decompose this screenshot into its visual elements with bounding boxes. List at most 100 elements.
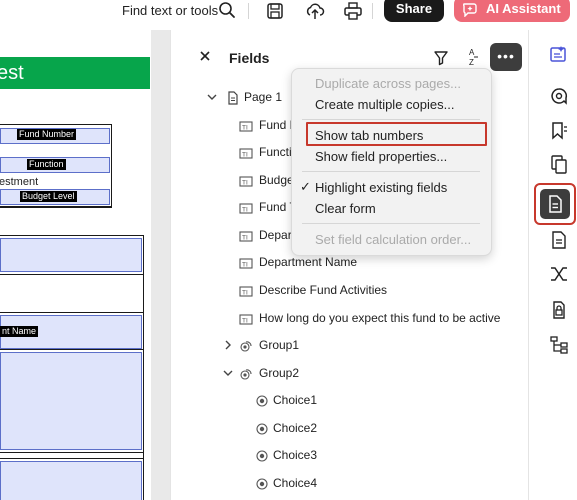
sort-icon[interactable]: A Z bbox=[465, 46, 483, 68]
radio-button-icon bbox=[256, 395, 268, 407]
find-text-label[interactable]: Find text or tools bbox=[122, 3, 218, 18]
comment-icon[interactable] bbox=[549, 86, 569, 106]
choice-label: Choice1 bbox=[273, 393, 318, 407]
fund-number-field-label: Fund Number bbox=[17, 129, 77, 140]
svg-text:TI: TI bbox=[242, 262, 248, 269]
divider-line bbox=[0, 206, 112, 207]
page-icon bbox=[228, 91, 238, 105]
top-toolbar: Find text or tools Share AI Assistant bbox=[0, 0, 577, 30]
svg-text:TI: TI bbox=[242, 125, 248, 132]
choice-row[interactable]: Choice4 bbox=[171, 471, 529, 497]
checkmark-icon: ✓ bbox=[300, 179, 311, 194]
organize-pages-icon[interactable] bbox=[549, 154, 569, 174]
svg-text:TI: TI bbox=[242, 290, 248, 297]
menu-item-clear-form[interactable]: Clear form bbox=[315, 201, 376, 216]
radio-button-icon bbox=[256, 478, 268, 490]
radio-button-icon bbox=[256, 450, 268, 462]
choice-label: Choice3 bbox=[273, 448, 318, 462]
radio-group-icon bbox=[240, 369, 252, 380]
chevron-down-icon[interactable] bbox=[223, 368, 233, 378]
protect-icon[interactable] bbox=[549, 300, 569, 320]
export-pdf-icon[interactable] bbox=[549, 230, 569, 250]
form-title-text: est bbox=[0, 62, 24, 84]
menu-divider bbox=[302, 223, 480, 224]
choice-label: Choice4 bbox=[273, 476, 318, 490]
group1-label: Group1 bbox=[259, 338, 300, 352]
highlight-annotation bbox=[306, 122, 487, 146]
active-tool-highlight bbox=[540, 189, 570, 219]
field-label: Describe Fund Activities bbox=[259, 283, 388, 297]
department-name-field-label: nt Name bbox=[0, 326, 39, 337]
search-icon[interactable] bbox=[218, 1, 236, 19]
toolbar-divider bbox=[248, 3, 249, 19]
menu-divider bbox=[302, 171, 480, 172]
radio-button-icon bbox=[256, 423, 268, 435]
document-view[interactable]: est Fund Number Function estment Budget … bbox=[0, 30, 170, 500]
group2-label: Group2 bbox=[259, 366, 300, 380]
chevron-down-icon[interactable] bbox=[207, 92, 217, 102]
text-field-icon: TI bbox=[239, 314, 253, 325]
menu-item-set-calculation-order: Set field calculation order... bbox=[315, 232, 472, 247]
radio-group-icon bbox=[240, 341, 252, 352]
ai-assistant-icon bbox=[463, 3, 477, 17]
chevron-right-icon[interactable] bbox=[223, 340, 233, 350]
filter-icon[interactable] bbox=[433, 50, 449, 66]
group2-node[interactable]: Group2 bbox=[171, 361, 529, 387]
field-row[interactable]: TI Describe Fund Activities bbox=[171, 278, 529, 304]
more-options-button[interactable]: ••• bbox=[490, 43, 522, 71]
text-field-icon: TI bbox=[239, 286, 253, 297]
prepare-form-icon bbox=[549, 195, 562, 213]
toolbar-divider bbox=[372, 3, 373, 19]
menu-divider bbox=[302, 119, 480, 120]
choice-row[interactable]: Choice3 bbox=[171, 443, 529, 469]
department-field[interactable] bbox=[0, 238, 142, 272]
more-tools-icon[interactable] bbox=[549, 334, 569, 354]
menu-item-show-field-properties[interactable]: Show field properties... bbox=[315, 149, 447, 164]
text-field-icon: TI bbox=[239, 121, 253, 132]
field-label: Department Name bbox=[259, 255, 358, 269]
svg-text:TI: TI bbox=[242, 235, 248, 242]
compare-icon[interactable] bbox=[549, 264, 569, 284]
investment-text: estment bbox=[0, 176, 39, 188]
svg-text:TI: TI bbox=[242, 180, 248, 187]
function-field-label: Function bbox=[27, 159, 66, 170]
svg-text:Z: Z bbox=[469, 58, 474, 67]
print-icon[interactable] bbox=[343, 1, 363, 21]
field-label: Budge bbox=[259, 173, 294, 187]
svg-text:TI: TI bbox=[242, 207, 248, 214]
text-field-icon: TI bbox=[239, 148, 253, 159]
field-label: Functi bbox=[259, 145, 292, 159]
pdf-page: est Fund Number Function estment Budget … bbox=[0, 30, 151, 500]
menu-item-duplicate: Duplicate across pages... bbox=[315, 76, 461, 91]
describe-activities-field[interactable] bbox=[0, 352, 142, 450]
text-field-icon: TI bbox=[239, 231, 253, 242]
edit-pdf-icon[interactable] bbox=[549, 44, 569, 64]
svg-text:TI: TI bbox=[242, 152, 248, 159]
menu-item-create-copies[interactable]: Create multiple copies... bbox=[315, 97, 454, 112]
ai-assistant-button[interactable]: AI Assistant bbox=[454, 0, 570, 22]
more-icon: ••• bbox=[497, 48, 515, 64]
text-field-icon: TI bbox=[239, 203, 253, 214]
close-icon[interactable] bbox=[199, 50, 211, 62]
prepare-form-button[interactable] bbox=[534, 183, 576, 225]
tools-rail bbox=[528, 30, 577, 500]
page-1-label: Page 1 bbox=[244, 90, 283, 104]
text-field-icon: TI bbox=[239, 258, 253, 269]
field-label: How long do you expect this fund to be a… bbox=[259, 311, 501, 325]
panel-title: Fields bbox=[229, 50, 270, 66]
group1-node[interactable]: Group1 bbox=[171, 333, 529, 359]
menu-item-highlight-fields[interactable]: Highlight existing fields bbox=[315, 180, 447, 195]
bookmark-icon[interactable] bbox=[549, 120, 569, 140]
choice-row[interactable]: Choice1 bbox=[171, 388, 529, 414]
choice-row[interactable]: Choice2 bbox=[171, 416, 529, 442]
cloud-upload-icon[interactable] bbox=[305, 1, 325, 21]
share-button[interactable]: Share bbox=[384, 0, 444, 22]
svg-text:TI: TI bbox=[242, 318, 248, 325]
field-row[interactable]: TI How long do you expect this fund to b… bbox=[171, 306, 529, 332]
ai-assistant-label: AI Assistant bbox=[486, 1, 561, 16]
fund-duration-field[interactable] bbox=[0, 461, 142, 500]
budget-level-field-label: Budget Level bbox=[20, 191, 77, 202]
more-options-menu: Duplicate across pages... Create multipl… bbox=[291, 68, 492, 256]
field-label: Depart bbox=[259, 228, 296, 242]
save-icon[interactable] bbox=[265, 1, 285, 21]
